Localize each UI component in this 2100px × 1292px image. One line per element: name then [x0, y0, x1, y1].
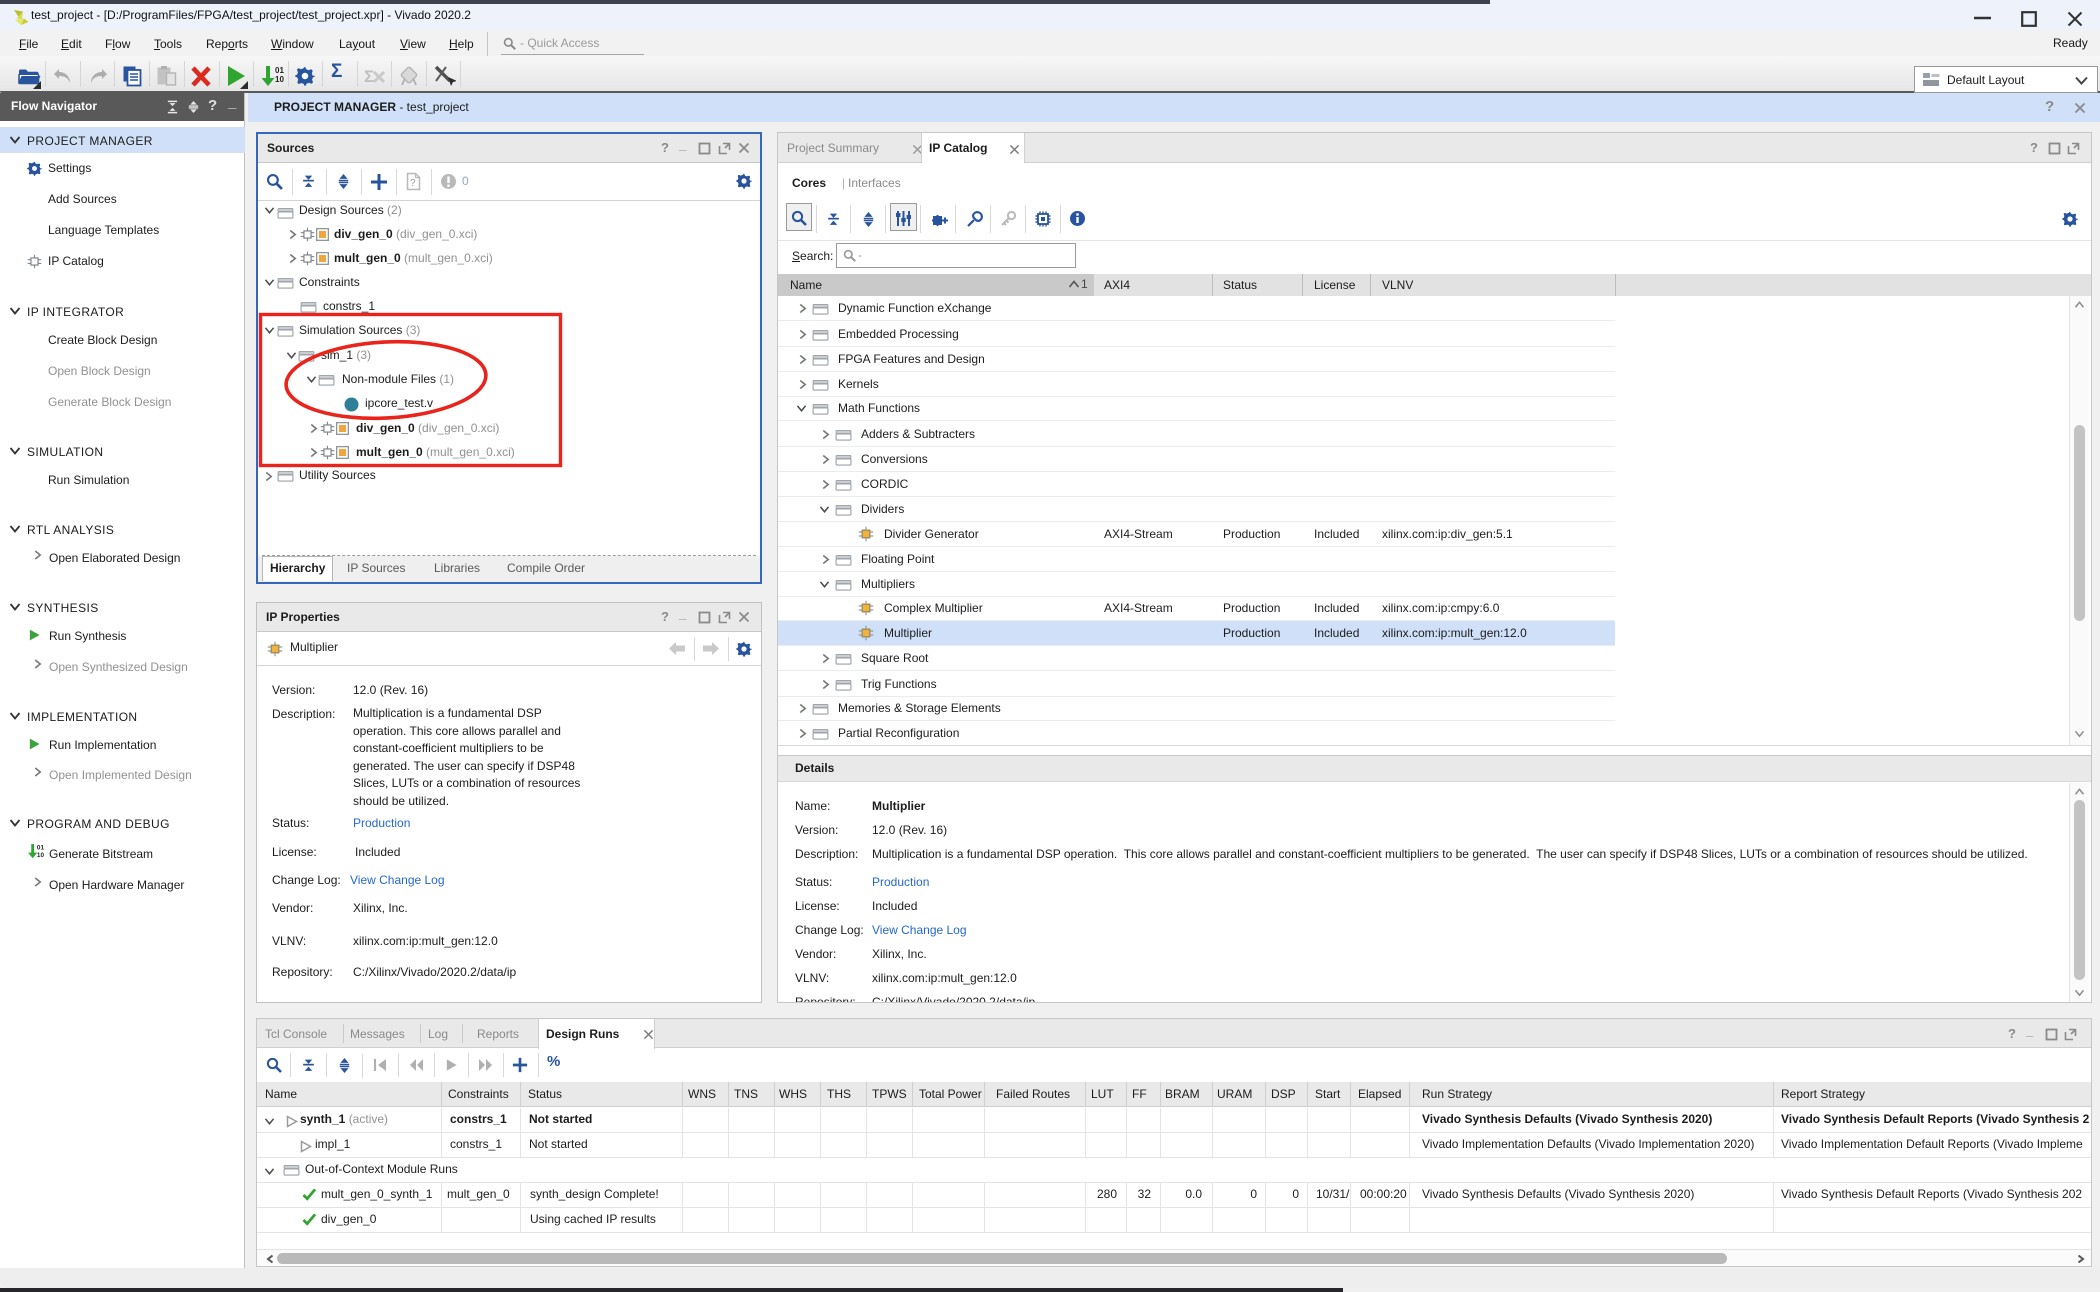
svg-text:01: 01: [275, 66, 284, 75]
svg-text:10: 10: [37, 852, 44, 859]
svg-text:Σ: Σ: [364, 67, 374, 86]
svg-text:?: ?: [410, 178, 416, 189]
svg-text:01: 01: [37, 845, 44, 852]
svg-text:10: 10: [275, 75, 284, 84]
